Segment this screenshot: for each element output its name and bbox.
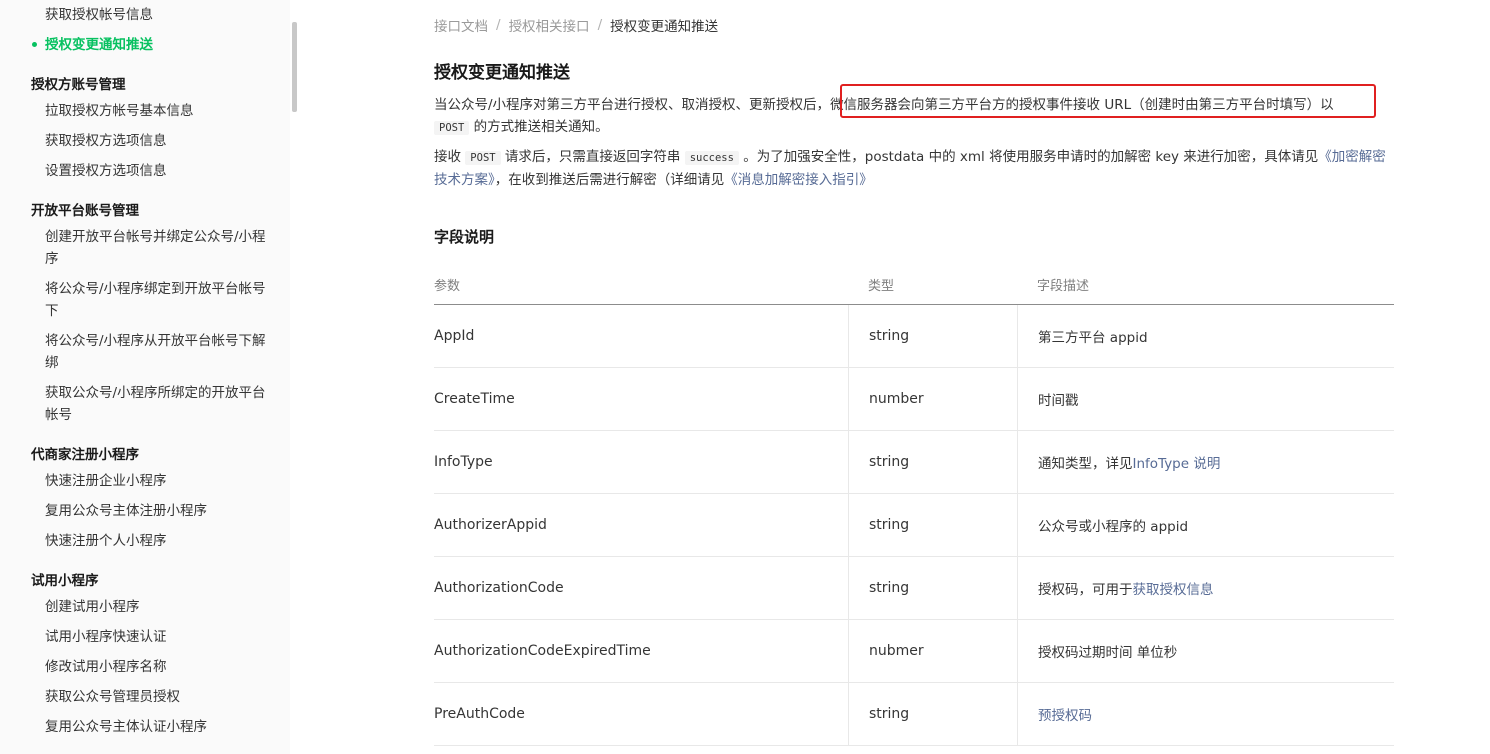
table-row: PreAuthCode string 预授权码 [434,683,1394,746]
cell-param: PreAuthCode [434,706,525,722]
desc-text: 第三方平台 appid [1038,330,1148,346]
text: ，在收到推送后需进行解密（详细请见 [494,172,725,188]
sidebar-item[interactable]: 快速注册个人小程序 [45,530,275,552]
cell-desc: 授权码，可用于 获取授权信息 [1017,557,1394,619]
inline-code: POST [434,121,470,135]
cell-param: AuthorizerAppid [434,517,547,533]
sidebar-item[interactable]: 拉取授权方帐号基本信息 [45,100,275,122]
desc-text: 公众号或小程序的 appid [1038,519,1189,535]
text: 请求后，只需直接返回字符串 [500,149,685,165]
desc-text: 授权码过期时间 单位秒 [1038,645,1178,661]
intro-paragraph: 当公众号/小程序对第三方平台进行授权、取消授权、更新授权后，微信服务器会向第三方… [434,94,1394,139]
pre-auth-code-link[interactable]: 预授权码 [1038,704,1092,724]
active-dot-icon [32,42,37,47]
sidebar-item[interactable]: 获取公众号管理员授权 [45,686,275,708]
message-crypto-guide-link[interactable]: 《消息加解密接入指引》 [724,172,873,188]
desc-text: 时间戳 [1038,393,1079,409]
table-header: 参数 类型 字段描述 [434,264,1394,305]
desc-text: 授权码，可用于 [1038,582,1133,598]
breadcrumb-link-docs[interactable]: 接口文档 [434,15,488,35]
breadcrumb-link-auth[interactable]: 授权相关接口 [509,15,590,35]
cell-desc: 通知类型，详见 InfoType 说明 [1017,431,1394,493]
sidebar-item[interactable]: 复用公众号主体认证小程序 [45,716,275,738]
sidebar-nav: 获取授权帐号信息 授权变更通知推送 授权方账号管理 拉取授权方帐号基本信息 获取… [0,0,290,754]
sidebar-item[interactable]: 设置授权方选项信息 [45,160,275,182]
sidebar-scrollbar-thumb[interactable] [292,22,297,112]
text: 微信服务器会向第三方平台方的授权事件接收 URL（创建时由第三方平台时填写）以 [830,97,1334,113]
cell-type: string [848,683,1017,745]
sidebar-item-get-auth-account[interactable]: 获取授权帐号信息 [45,4,275,26]
cell-desc: 授权码过期时间 单位秒 [1017,620,1394,682]
cell-type: number [848,368,1017,430]
get-auth-info-link[interactable]: 获取授权信息 [1133,578,1214,598]
page-title: 授权变更通知推送 [434,63,570,83]
table-row: AuthorizerAppid string 公众号或小程序的 appid [434,494,1394,557]
cell-param: AuthorizationCode [434,580,564,596]
breadcrumb-separator: / [496,17,501,33]
cell-param: CreateTime [434,391,515,407]
breadcrumb-current: 授权变更通知推送 [610,19,719,35]
sidebar-item[interactable]: 获取授权方选项信息 [45,130,275,152]
inline-code: success [684,151,739,165]
table-row: AuthorizationCodeExpiredTime nubmer 授权码过… [434,620,1394,683]
cell-desc: 时间戳 [1017,368,1394,430]
infotype-doc-link[interactable]: InfoType 说明 [1133,452,1221,472]
inline-code: POST [465,151,501,165]
cell-type: string [848,494,1017,556]
sidebar-group-title[interactable]: 试用小程序 [31,571,99,591]
text: 当公众号/小程序对第三方平台进行授权、取消授权、更新授权后， [434,97,831,113]
sidebar-item[interactable]: 创建开放平台帐号并绑定公众号/小程序 [45,226,275,270]
table-row: AuthorizationCode string 授权码，可用于 获取授权信息 [434,557,1394,620]
sidebar-group-title[interactable]: 授权方账号管理 [31,75,126,95]
header-param: 参数 [434,278,461,294]
sidebar-item[interactable]: 试用小程序快速认证 [45,626,275,648]
cell-type: string [848,431,1017,493]
text: 接收 [434,149,466,165]
sidebar-item[interactable]: 创建试用小程序 [45,596,275,618]
cell-param: AuthorizationCodeExpiredTime [434,643,651,659]
cell-param: AppId [434,328,475,344]
table-row: AppId string 第三方平台 appid [434,305,1394,368]
table-row: CreateTime number 时间戳 [434,368,1394,431]
detail-paragraph: 接收 POST 请求后，只需直接返回字符串 success 。为了加强安全性，p… [434,146,1394,191]
sidebar-item[interactable]: 复用公众号主体注册小程序 [45,500,275,522]
header-type: 类型 [868,278,895,294]
sidebar-group-title[interactable]: 代商家注册小程序 [31,445,139,465]
cell-type: string [848,557,1017,619]
fields-table: 参数 类型 字段描述 AppId string 第三方平台 appid Crea… [434,264,1394,746]
cell-param: InfoType [434,454,493,470]
sidebar-item[interactable]: 将公众号/小程序绑定到开放平台帐号下 [45,278,275,322]
sidebar-group-title[interactable]: 开放平台账号管理 [31,201,139,221]
cell-type: string [848,305,1017,367]
cell-desc: 第三方平台 appid [1017,305,1394,367]
text: 。为了加强安全性，postdata 中的 xml 将使用服务申请时的加解密 ke… [738,149,1319,165]
text: 的方式推送相关通知。 [469,119,609,135]
sidebar-scrollbar-track[interactable] [290,0,298,754]
sidebar-item[interactable]: 修改试用小程序名称 [45,656,275,678]
cell-desc: 公众号或小程序的 appid [1017,494,1394,556]
sidebar-item[interactable]: 快速注册企业小程序 [45,470,275,492]
section-title: 字段说明 [434,228,495,246]
sidebar-item[interactable]: 将公众号/小程序从开放平台帐号下解绑 [45,330,275,374]
breadcrumb-separator: / [597,17,603,33]
desc-text: 通知类型，详见 [1038,456,1133,472]
header-desc: 字段描述 [1037,278,1090,294]
cell-desc: 预授权码 [1017,683,1394,745]
sidebar-item[interactable]: 获取公众号/小程序所绑定的开放平台帐号 [45,382,275,426]
breadcrumb: 接口文档 / 授权相关接口 / 授权变更通知推送 [434,15,718,35]
table-row: InfoType string 通知类型，详见 InfoType 说明 [434,431,1394,494]
sidebar-item-auth-change-push[interactable]: 授权变更通知推送 [45,34,275,56]
cell-type: nubmer [848,620,1017,682]
